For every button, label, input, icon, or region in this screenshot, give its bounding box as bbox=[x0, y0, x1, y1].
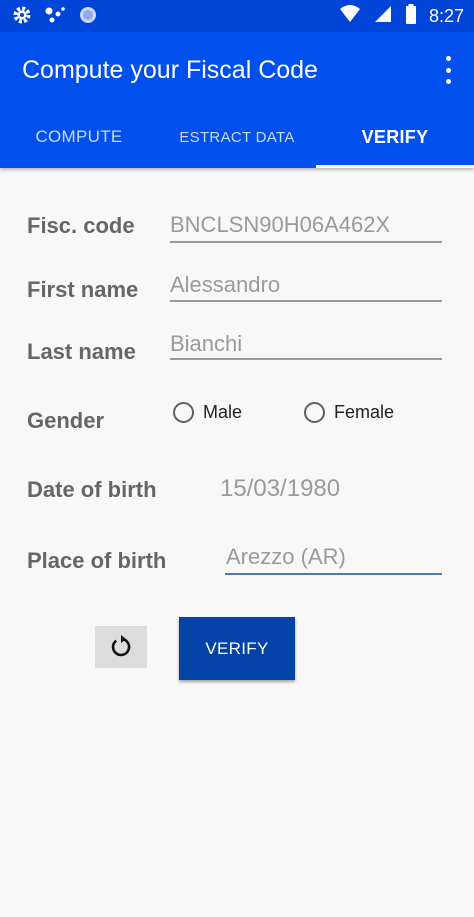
tab-bar: COMPUTE ESTRACT DATA VERIFY bbox=[0, 106, 474, 168]
place-of-birth-underline bbox=[225, 573, 442, 575]
fiscal-code-underline bbox=[170, 241, 442, 243]
tab-estract-data[interactable]: ESTRACT DATA bbox=[158, 106, 316, 168]
fiscal-code-input[interactable]: BNCLSN90H06A462X bbox=[170, 212, 390, 238]
first-name-input[interactable]: Alessandro bbox=[170, 272, 280, 298]
place-of-birth-label: Place of birth bbox=[27, 548, 167, 573]
battery-icon bbox=[405, 4, 417, 29]
refresh-icon bbox=[108, 632, 134, 663]
gender-female-radio[interactable]: Female bbox=[304, 402, 394, 423]
first-name-underline bbox=[170, 300, 442, 302]
place-of-birth-input[interactable]: Arezzo (AR) bbox=[226, 544, 346, 570]
radio-unchecked-icon bbox=[304, 402, 325, 423]
tab-compute[interactable]: COMPUTE bbox=[0, 106, 158, 168]
date-of-birth-label: Date of birth bbox=[27, 477, 157, 502]
tab-verify[interactable]: VERIFY bbox=[316, 106, 474, 168]
assistant-icon bbox=[44, 5, 66, 30]
sync-icon bbox=[78, 5, 98, 30]
gender-female-label: Female bbox=[334, 402, 395, 422]
first-name-label: First name bbox=[27, 277, 139, 302]
verify-button[interactable]: VERIFY bbox=[179, 617, 295, 680]
clock-text: 8:27 bbox=[428, 6, 464, 26]
status-bar: 8:27 bbox=[0, 0, 474, 32]
last-name-label: Last name bbox=[27, 339, 136, 364]
last-name-input[interactable]: Bianchi bbox=[170, 331, 242, 357]
signal-icon bbox=[373, 4, 393, 29]
date-of-birth-field[interactable]: 15/03/1980 bbox=[220, 475, 340, 503]
gender-male-radio[interactable]: Male bbox=[173, 402, 242, 423]
last-name-underline bbox=[170, 358, 442, 360]
fiscal-code-label: Fisc. code bbox=[27, 213, 135, 238]
gender-label: Gender bbox=[27, 408, 105, 433]
app-title: Compute your Fiscal Code bbox=[22, 56, 318, 84]
reset-button[interactable] bbox=[95, 626, 147, 668]
more-options-icon[interactable] bbox=[438, 56, 458, 84]
wifi-icon bbox=[339, 4, 361, 29]
settings-icon bbox=[12, 5, 32, 30]
gender-male-label: Male bbox=[203, 402, 243, 422]
radio-unchecked-icon bbox=[173, 402, 194, 423]
app-bar: Compute your Fiscal Code bbox=[0, 32, 474, 106]
